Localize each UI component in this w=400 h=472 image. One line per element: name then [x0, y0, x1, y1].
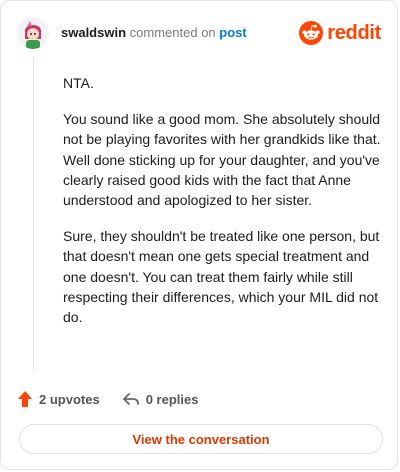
reddit-snoo-icon [299, 21, 324, 45]
reply-button[interactable]: 0 replies [122, 391, 199, 407]
reply-arrow-icon [122, 393, 139, 405]
action-text: commented on [129, 25, 216, 40]
upvote-button[interactable]: 2 upvotes [17, 390, 100, 408]
comment-paragraph: Sure, they shouldn't be treated like one… [63, 228, 380, 326]
comment-header: swaldswin commented on post reddit [17, 15, 381, 51]
username-link[interactable]: swaldswin [61, 25, 126, 40]
view-conversation-button[interactable]: View the conversation [19, 424, 383, 454]
post-link[interactable]: post [219, 25, 246, 40]
comment-paragraph: You sound like a good mom. She absolutel… [63, 111, 381, 209]
comment-footer: 2 upvotes 0 replies [17, 389, 220, 409]
reddit-logo[interactable]: reddit [299, 21, 381, 45]
thread-line [33, 57, 34, 370]
user-avatar[interactable] [17, 17, 49, 49]
upvote-count: 2 upvotes [39, 391, 100, 407]
comment-body: NTA. You sound like a good mom. She abso… [63, 73, 383, 343]
comment-paragraph: NTA. [63, 75, 94, 91]
embedded-comment-card: swaldswin commented on post reddit NTA. … [0, 0, 398, 470]
avatar-image [17, 17, 49, 49]
comment-meta: swaldswin commented on post [61, 25, 247, 41]
reddit-wordmark: reddit [327, 21, 381, 44]
reply-count: 0 replies [145, 391, 199, 407]
upvote-arrow-icon [18, 391, 32, 407]
